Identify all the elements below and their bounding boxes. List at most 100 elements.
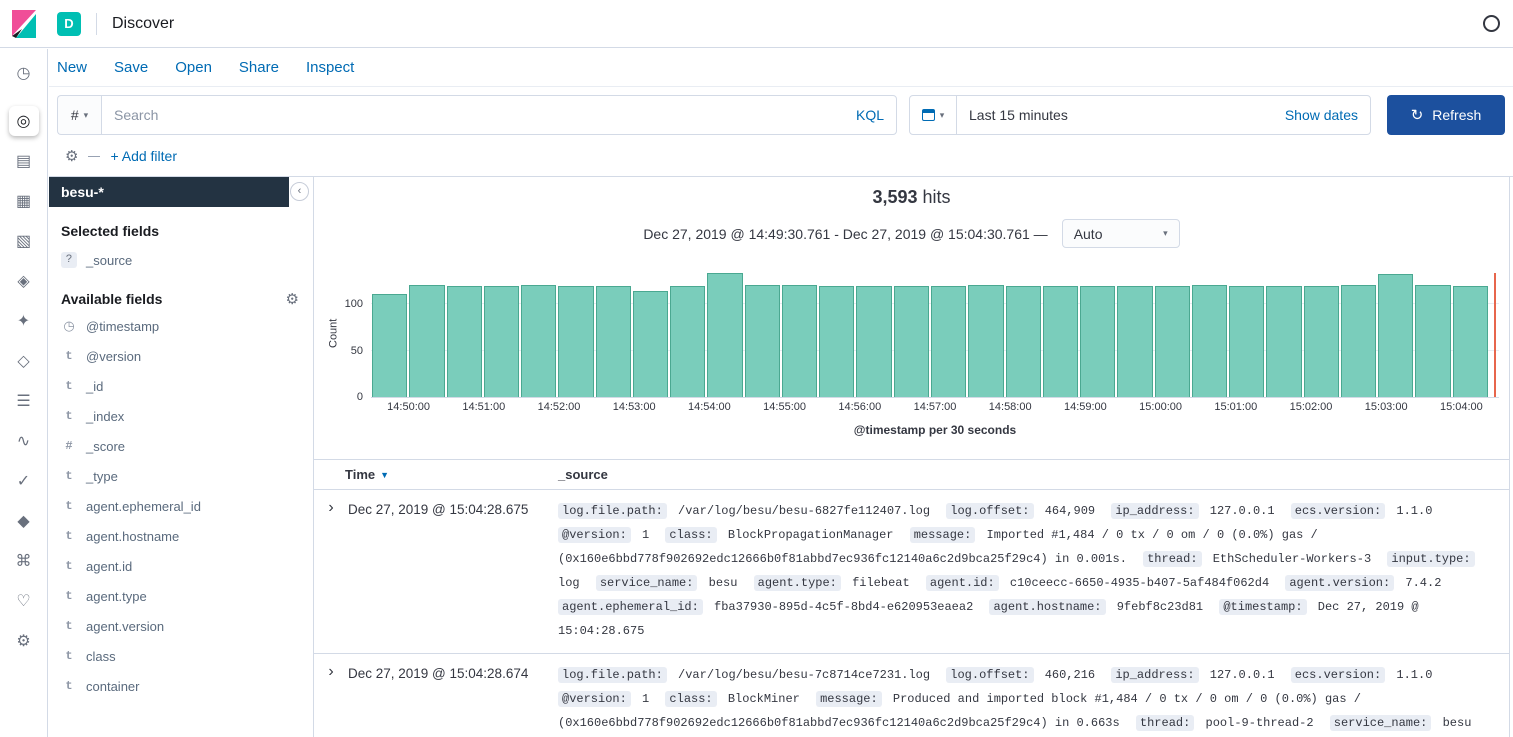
field-badge[interactable]: ecs.version: [1291, 503, 1385, 519]
expand-row-icon[interactable]: › [314, 654, 348, 737]
expand-row-icon[interactable]: › [314, 490, 348, 653]
menu-new[interactable]: New [57, 59, 87, 76]
sort-descending-icon[interactable]: ▼ [380, 470, 389, 480]
histogram-bar[interactable] [1266, 286, 1301, 397]
histogram-bar[interactable] [1155, 286, 1190, 397]
field-list-item[interactable]: tagent.hostname [49, 521, 313, 551]
histogram-bar[interactable] [484, 286, 519, 397]
histogram-bar[interactable] [894, 286, 929, 397]
search-input[interactable] [102, 107, 856, 123]
collapse-sidebar-button[interactable]: ‹ [290, 182, 309, 201]
filter-settings-icon[interactable]: ⚙ [65, 149, 78, 164]
apm-icon[interactable]: ∿ [9, 426, 39, 456]
histogram-bar[interactable] [1378, 274, 1413, 397]
histogram-bar[interactable] [447, 286, 482, 397]
field-list-item[interactable]: tagent.id [49, 551, 313, 581]
maps-icon[interactable]: ◈ [9, 266, 39, 296]
siem-icon[interactable]: ◆ [9, 506, 39, 536]
histogram-bar[interactable] [670, 286, 705, 397]
field-badge[interactable]: agent.hostname: [989, 599, 1105, 615]
field-badge[interactable]: agent.ephemeral_id: [558, 599, 703, 615]
logs-icon[interactable]: ☰ [9, 386, 39, 416]
infrastructure-icon[interactable]: ◇ [9, 346, 39, 376]
machine-learning-icon[interactable]: ✦ [9, 306, 39, 336]
histogram-bar[interactable] [372, 294, 407, 397]
field-settings-icon[interactable]: ⚙ [286, 292, 299, 307]
field-badge[interactable]: log.offset: [946, 503, 1033, 519]
field-badge[interactable]: @version: [558, 691, 631, 707]
field-badge[interactable]: log.file.path: [558, 667, 667, 683]
histogram-bar[interactable] [931, 286, 966, 397]
field-badge[interactable]: class: [665, 527, 716, 543]
field-badge[interactable]: agent.id: [926, 575, 999, 591]
histogram-bar[interactable] [1341, 285, 1376, 397]
menu-share[interactable]: Share [239, 59, 279, 76]
histogram-bar[interactable] [1043, 286, 1078, 397]
histogram-bar[interactable] [1006, 286, 1041, 397]
field-list-item[interactable]: t@version [49, 341, 313, 371]
field-badge[interactable]: service_name: [1330, 715, 1432, 731]
recently-viewed-icon[interactable]: ◷ [9, 58, 39, 88]
canvas-icon[interactable]: ▧ [9, 226, 39, 256]
histogram-bar[interactable] [819, 286, 854, 397]
menu-inspect[interactable]: Inspect [306, 59, 354, 76]
field-badge[interactable]: thread: [1143, 551, 1201, 567]
dev-tools-icon[interactable]: ⌘ [9, 546, 39, 576]
kibana-logo[interactable] [0, 10, 48, 38]
field-list-item[interactable]: tagent.version [49, 611, 313, 641]
histogram-bar[interactable] [1415, 285, 1450, 397]
field-badge[interactable]: agent.type: [754, 575, 841, 591]
histogram-bar[interactable] [409, 285, 444, 397]
histogram-bar[interactable] [1229, 286, 1264, 397]
field-badge[interactable]: message: [910, 527, 976, 543]
saved-query-button[interactable]: # ▾ [57, 95, 101, 135]
histogram-bar[interactable] [1080, 286, 1115, 397]
time-range-value[interactable]: Last 15 minutes [957, 107, 1285, 123]
menu-open[interactable]: Open [175, 59, 212, 76]
histogram-bar[interactable] [1192, 285, 1227, 397]
field-list-item[interactable]: tclass [49, 641, 313, 671]
field-list-item[interactable]: ?_source [49, 245, 313, 275]
time-column-header[interactable]: Time ▼ [314, 467, 558, 482]
histogram-bar[interactable] [707, 273, 742, 397]
field-badge[interactable]: ecs.version: [1291, 667, 1385, 683]
field-badge[interactable]: log.offset: [946, 667, 1033, 683]
histogram-bar[interactable] [1117, 286, 1152, 397]
field-badge[interactable]: message: [816, 691, 882, 707]
histogram-bar[interactable] [596, 286, 631, 397]
field-list-item[interactable]: t_index [49, 401, 313, 431]
field-list-item[interactable]: tagent.ephemeral_id [49, 491, 313, 521]
field-list-item[interactable]: #_score [49, 431, 313, 461]
discover-icon[interactable]: ◎ [9, 106, 39, 136]
monitoring-icon[interactable]: ♡ [9, 586, 39, 616]
interval-select[interactable]: Auto ▾ [1062, 219, 1180, 248]
field-badge[interactable]: ip_address: [1111, 503, 1198, 519]
histogram-bar[interactable] [856, 286, 891, 397]
dashboard-icon[interactable]: ▦ [9, 186, 39, 216]
field-list-item[interactable]: t_id [49, 371, 313, 401]
field-list-item[interactable]: tagent.type [49, 581, 313, 611]
refresh-button[interactable]: ↻ Refresh [1387, 95, 1505, 135]
index-pattern-select[interactable]: besu-* [49, 177, 289, 207]
field-badge[interactable]: thread: [1136, 715, 1194, 731]
histogram-bar[interactable] [782, 285, 817, 397]
show-dates-link[interactable]: Show dates [1285, 107, 1370, 123]
field-list-item[interactable]: tcontainer [49, 671, 313, 701]
user-menu-icon[interactable] [1483, 15, 1500, 32]
histogram-bar[interactable] [1453, 286, 1488, 397]
field-badge[interactable]: service_name: [596, 575, 698, 591]
menu-save[interactable]: Save [114, 59, 148, 76]
visualize-icon[interactable]: ▤ [9, 146, 39, 176]
field-badge[interactable]: log.file.path: [558, 503, 667, 519]
field-badge[interactable]: input.type: [1387, 551, 1474, 567]
uptime-icon[interactable]: ✓ [9, 466, 39, 496]
field-badge[interactable]: @timestamp: [1219, 599, 1306, 615]
calendar-button[interactable]: ▾ [910, 96, 957, 134]
field-badge[interactable]: ip_address: [1111, 667, 1198, 683]
histogram-bar[interactable] [745, 285, 780, 397]
management-icon[interactable]: ⚙ [9, 626, 39, 656]
kql-toggle[interactable]: KQL [856, 107, 896, 123]
histogram-bar[interactable] [1304, 286, 1339, 397]
histogram-bar[interactable] [968, 285, 1003, 397]
field-list-item[interactable]: t_type [49, 461, 313, 491]
